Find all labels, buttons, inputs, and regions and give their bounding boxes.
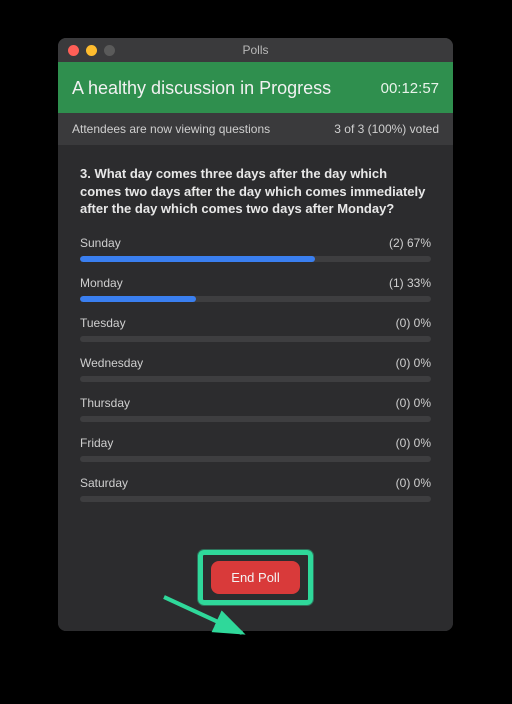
polls-window: Polls A healthy discussion in Progress 0…	[58, 38, 453, 631]
end-poll-button[interactable]: End Poll	[211, 561, 299, 594]
poll-option: Monday (1) 33%	[80, 276, 431, 302]
poll-option: Friday (0) 0%	[80, 436, 431, 462]
option-label: Sunday	[80, 236, 121, 250]
poll-question: 3. What day comes three days after the d…	[80, 165, 431, 218]
poll-timer: 00:12:57	[381, 80, 439, 97]
titlebar: Polls	[58, 38, 453, 62]
status-left: Attendees are now viewing questions	[72, 122, 270, 136]
poll-header: A healthy discussion in Progress 00:12:5…	[58, 62, 453, 113]
option-label: Tuesday	[80, 316, 126, 330]
option-row: Friday (0) 0%	[80, 436, 431, 450]
option-count: (0) 0%	[396, 476, 431, 490]
poll-footer: End Poll	[58, 536, 453, 631]
option-count: (2) 67%	[389, 236, 431, 250]
option-count: (0) 0%	[396, 316, 431, 330]
option-row: Sunday (2) 67%	[80, 236, 431, 250]
traffic-lights	[58, 45, 115, 56]
option-label: Thursday	[80, 396, 130, 410]
option-bar-track	[80, 496, 431, 502]
option-bar-track	[80, 376, 431, 382]
option-row: Thursday (0) 0%	[80, 396, 431, 410]
poll-content: 3. What day comes three days after the d…	[58, 145, 453, 536]
option-bar-track	[80, 256, 431, 262]
option-count: (1) 33%	[389, 276, 431, 290]
poll-option: Thursday (0) 0%	[80, 396, 431, 422]
poll-option: Tuesday (0) 0%	[80, 316, 431, 342]
option-bar-track	[80, 456, 431, 462]
option-label: Saturday	[80, 476, 128, 490]
zoom-icon[interactable]	[104, 45, 115, 56]
option-count: (0) 0%	[396, 396, 431, 410]
option-label: Monday	[80, 276, 123, 290]
close-icon[interactable]	[68, 45, 79, 56]
poll-option: Saturday (0) 0%	[80, 476, 431, 502]
option-count: (0) 0%	[396, 356, 431, 370]
option-count: (0) 0%	[396, 436, 431, 450]
option-label: Wednesday	[80, 356, 143, 370]
option-row: Wednesday (0) 0%	[80, 356, 431, 370]
option-label: Friday	[80, 436, 113, 450]
poll-options: Sunday(2) 67%Monday(1) 33%Tuesday(0) 0%W…	[80, 236, 431, 502]
status-right: 3 of 3 (100%) voted	[334, 122, 439, 136]
option-row: Saturday (0) 0%	[80, 476, 431, 490]
poll-title: A healthy discussion in Progress	[72, 78, 331, 99]
option-bar-track	[80, 296, 431, 302]
option-bar-track	[80, 336, 431, 342]
option-bar-fill	[80, 256, 315, 262]
highlight-annotation: End Poll	[198, 550, 312, 605]
poll-option: Sunday (2) 67%	[80, 236, 431, 262]
option-bar-track	[80, 416, 431, 422]
option-row: Tuesday (0) 0%	[80, 316, 431, 330]
option-bar-fill	[80, 296, 196, 302]
status-bar: Attendees are now viewing questions 3 of…	[58, 113, 453, 145]
option-row: Monday (1) 33%	[80, 276, 431, 290]
poll-option: Wednesday (0) 0%	[80, 356, 431, 382]
minimize-icon[interactable]	[86, 45, 97, 56]
window-title: Polls	[58, 43, 453, 57]
